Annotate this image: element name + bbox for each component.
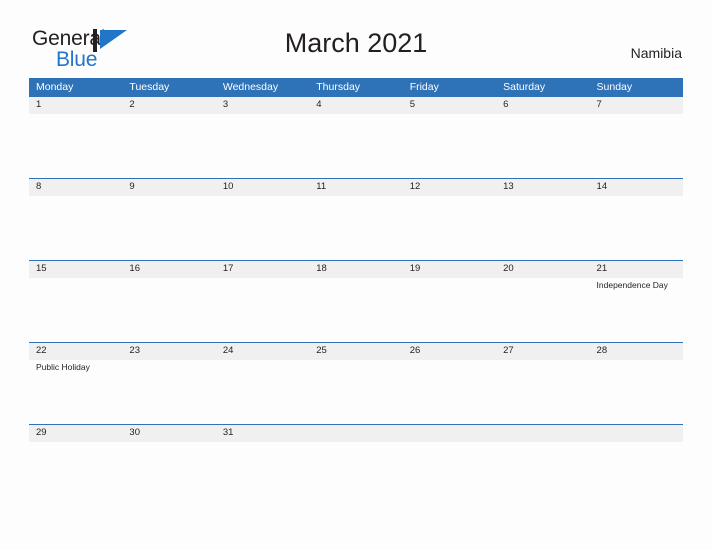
day-number-empty bbox=[590, 425, 683, 442]
day-cell-empty bbox=[403, 114, 496, 178]
page-title: March 2021 bbox=[284, 28, 428, 58]
weekday-header-thursday: Thursday bbox=[316, 81, 361, 93]
week-event-band: Independence Day bbox=[29, 278, 683, 342]
calendar-week-row: 8 9 10 11 12 13 14 bbox=[29, 178, 683, 260]
day-number-2[interactable]: 2 bbox=[122, 97, 215, 114]
day-number-4[interactable]: 4 bbox=[309, 97, 402, 114]
day-number-13[interactable]: 13 bbox=[496, 179, 589, 196]
day-number-29[interactable]: 29 bbox=[29, 425, 122, 442]
day-cell-empty bbox=[309, 278, 402, 342]
day-cell-empty bbox=[496, 278, 589, 342]
day-number-7[interactable]: 7 bbox=[590, 97, 683, 114]
day-cell-empty bbox=[122, 114, 215, 178]
day-cell-empty bbox=[496, 114, 589, 178]
day-cell-empty bbox=[403, 360, 496, 424]
day-cell-empty bbox=[216, 360, 309, 424]
day-number-11[interactable]: 11 bbox=[309, 179, 402, 196]
calendar-weeks: 1 2 3 4 5 6 7 8 9 10 11 12 13 14 15 16 17 18 19 20 21 Indepen… bbox=[29, 96, 683, 468]
day-number-17[interactable]: 17 bbox=[216, 261, 309, 278]
day-cell-empty bbox=[496, 360, 589, 424]
day-number-23[interactable]: 23 bbox=[122, 343, 215, 360]
week-event-band bbox=[29, 114, 683, 178]
day-number-30[interactable]: 30 bbox=[122, 425, 215, 442]
day-cell-empty bbox=[216, 442, 309, 468]
day-number-empty bbox=[496, 425, 589, 442]
day-cell-empty bbox=[122, 442, 215, 468]
day-cell-empty bbox=[216, 196, 309, 260]
day-number-27[interactable]: 27 bbox=[496, 343, 589, 360]
day-number-8[interactable]: 8 bbox=[29, 179, 122, 196]
day-cell-empty bbox=[590, 196, 683, 260]
day-number-1[interactable]: 1 bbox=[29, 97, 122, 114]
day-cell-empty bbox=[29, 278, 122, 342]
weekday-header-saturday: Saturday bbox=[503, 81, 546, 93]
day-cell-empty bbox=[590, 442, 683, 468]
country-label: Namibia bbox=[630, 45, 682, 61]
day-number-6[interactable]: 6 bbox=[496, 97, 589, 114]
week-date-band: 1234567 bbox=[29, 96, 683, 114]
day-number-28[interactable]: 28 bbox=[590, 343, 683, 360]
day-cell-empty bbox=[309, 196, 402, 260]
day-number-22[interactable]: 22 bbox=[29, 343, 122, 360]
weekday-header-monday: Monday bbox=[36, 81, 74, 93]
day-number-9[interactable]: 9 bbox=[122, 179, 215, 196]
day-cell-empty bbox=[403, 278, 496, 342]
week-event-band bbox=[29, 196, 683, 260]
day-cell-empty bbox=[309, 360, 402, 424]
day-number-5[interactable]: 5 bbox=[403, 97, 496, 114]
weekday-header-sunday: Sunday bbox=[596, 81, 633, 93]
day-number-empty bbox=[309, 425, 402, 442]
day-number-16[interactable]: 16 bbox=[122, 261, 215, 278]
week-date-band: 8 9 10 11 12 13 14 bbox=[29, 178, 683, 196]
page-header: General Blue March 2021 Namibia bbox=[0, 0, 712, 78]
calendar-week-row: 29 30 31 bbox=[29, 424, 683, 468]
day-cell-empty bbox=[29, 442, 122, 468]
day-number-empty bbox=[403, 425, 496, 442]
calendar-page: General Blue March 2021 Namibia Monday Tu… bbox=[0, 0, 712, 550]
day-cell-empty bbox=[590, 360, 683, 424]
calendar-week-row: 22 23 24 25 26 27 28 Public Holiday bbox=[29, 342, 683, 424]
week-date-band: 22 23 24 25 26 27 28 bbox=[29, 342, 683, 360]
day-cell-empty bbox=[122, 360, 215, 424]
week-date-band: 15 16 17 18 19 20 21 bbox=[29, 260, 683, 278]
day-number-20[interactable]: 20 bbox=[496, 261, 589, 278]
day-number-14[interactable]: 14 bbox=[590, 179, 683, 196]
weekday-header-row: Monday Tuesday Wednesday Thursday Friday Satu… bbox=[29, 78, 683, 96]
day-number-31[interactable]: 31 bbox=[216, 425, 309, 442]
calendar-grid: Monday Tuesday Wednesday Thursday Friday Satu… bbox=[29, 78, 683, 468]
day-number-25[interactable]: 25 bbox=[309, 343, 402, 360]
day-cell-empty bbox=[309, 114, 402, 178]
day-number-15[interactable]: 15 bbox=[29, 261, 122, 278]
day-number-12[interactable]: 12 bbox=[403, 179, 496, 196]
day-cell-empty bbox=[122, 196, 215, 260]
week-event-band bbox=[29, 442, 683, 468]
day-cell-empty bbox=[403, 442, 496, 468]
week-event-band: Public Holiday bbox=[29, 360, 683, 424]
day-number-10[interactable]: 10 bbox=[216, 179, 309, 196]
day-cell-empty bbox=[216, 278, 309, 342]
weekday-header-tuesday: Tuesday bbox=[129, 81, 170, 93]
day-cell-empty bbox=[216, 114, 309, 178]
day-cell-empty bbox=[309, 442, 402, 468]
day-cell-empty bbox=[590, 114, 683, 178]
day-number-21[interactable]: 21 bbox=[590, 261, 683, 278]
day-number-19[interactable]: 19 bbox=[403, 261, 496, 278]
day-number-24[interactable]: 24 bbox=[216, 343, 309, 360]
holiday-label: Independence Day bbox=[596, 280, 668, 290]
weekday-header-friday: Friday bbox=[409, 81, 439, 93]
day-number-18[interactable]: 18 bbox=[309, 261, 402, 278]
day-cell-empty bbox=[122, 278, 215, 342]
day-cell-empty bbox=[403, 196, 496, 260]
day-number-26[interactable]: 26 bbox=[403, 343, 496, 360]
day-number-3[interactable]: 3 bbox=[216, 97, 309, 114]
weekday-header-wednesday: Wednesday bbox=[222, 81, 279, 93]
calendar-week-row: 15 16 17 18 19 20 21 Independence Day bbox=[29, 260, 683, 342]
day-cell-empty bbox=[29, 114, 122, 178]
week-date-band: 29 30 31 bbox=[29, 424, 683, 442]
holiday-label: Public Holiday bbox=[36, 362, 90, 372]
calendar-week-row: 1234567 bbox=[29, 96, 683, 178]
day-cell-empty bbox=[496, 196, 589, 260]
day-cell-empty bbox=[496, 442, 589, 468]
day-cell-empty bbox=[29, 196, 122, 260]
